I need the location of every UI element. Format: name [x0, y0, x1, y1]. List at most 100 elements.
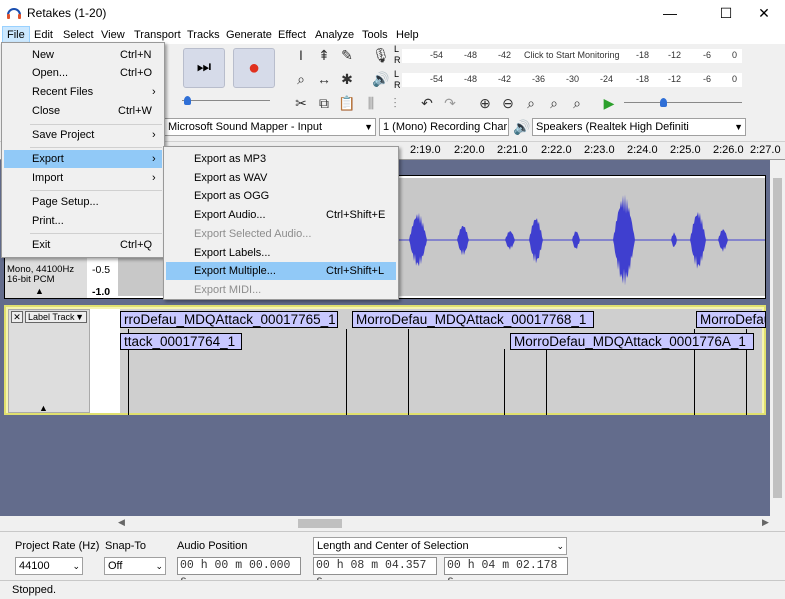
record-meter-tick: -48 [464, 50, 478, 60]
draw-tool-icon[interactable]: ✎ [336, 44, 358, 66]
close-window-button[interactable]: ✕ [741, 0, 785, 26]
file-menu-new[interactable]: New Ctrl+N [4, 46, 162, 64]
play-meter-tick: -18 [636, 74, 650, 84]
file-menu-recent-files[interactable]: Recent Files › [4, 83, 162, 101]
close-track-icon[interactable]: ✕ [11, 311, 23, 323]
file-menu-print[interactable]: Print... [4, 212, 162, 230]
export-menu-wav[interactable]: Export as WAV [166, 169, 396, 187]
label-item[interactable]: ttack_00017764_1 [120, 333, 242, 350]
envelope-tool-icon[interactable]: ⇞ [313, 44, 335, 66]
menu-tools[interactable]: Tools [358, 26, 392, 44]
selection-tool-icon[interactable]: Ι [290, 44, 312, 66]
label-item[interactable]: MorroDefau_MDQAttack_0001776A_1 [510, 333, 754, 350]
fit-selection-icon[interactable]: ⌕ [520, 92, 542, 114]
collapse-icon[interactable]: ▲ [35, 286, 44, 296]
zoom-in-icon[interactable]: ⊕ [474, 92, 496, 114]
ruler-tick: 2:21.0 [497, 144, 528, 156]
copy-icon[interactable]: ⧉ [313, 92, 335, 114]
scroll-right-icon[interactable]: ▶ [762, 517, 769, 528]
play-meter[interactable]: -54 -48 -42 -36 -30 -24 -18 -12 -6 0 [402, 73, 742, 87]
minimize-button[interactable]: — [647, 0, 693, 26]
menu-help[interactable]: Help [392, 26, 423, 44]
multi-tool-icon[interactable]: ✱ [336, 68, 358, 90]
track-menu-button[interactable]: Label Track ▼ [25, 311, 87, 323]
menu-item-label: Export Multiple... [194, 265, 276, 277]
menu-item-label: Import [32, 172, 64, 184]
record-meter-tick: -6 [703, 50, 712, 60]
paste-icon[interactable]: 📋 [336, 92, 358, 114]
zoom-tool-icon[interactable]: ⌕ [290, 68, 312, 90]
input-device-select[interactable]: Microsoft Sound Mapper - Input ▼ [164, 118, 376, 136]
file-menu-import[interactable]: Import › [4, 169, 162, 187]
label-track-name: Label Track [28, 312, 75, 322]
zoom-out-icon[interactable]: ⊖ [497, 92, 519, 114]
menu-analyze[interactable]: Analyze [311, 26, 358, 44]
file-menu-exit[interactable]: Exit Ctrl+Q [4, 236, 162, 254]
output-speaker-icon: 🔊 [513, 118, 531, 135]
output-device-select[interactable]: Speakers (Realtek High Definiti ▼ [532, 118, 746, 136]
dropdown-arrow-icon: ▼ [75, 312, 84, 322]
export-menu-ogg[interactable]: Export as OGG [166, 187, 396, 205]
microphone-icon[interactable]: 🎙 [370, 44, 392, 66]
channels-select[interactable]: 1 (Mono) Recording Char [379, 118, 509, 136]
file-menu-export[interactable]: Export › [4, 150, 162, 168]
project-rate-label: Project Rate (Hz) [15, 540, 100, 552]
status-text: Stopped. [12, 584, 57, 596]
menu-effect[interactable]: Effect [274, 26, 310, 44]
trim-icon[interactable]: ⫼ [360, 92, 382, 114]
scroll-left-icon[interactable]: ◀ [118, 517, 125, 528]
scale-label: -0.5 [92, 264, 111, 276]
vertical-scroll-thumb[interactable] [773, 178, 782, 498]
project-rate-select[interactable]: 44100 ⌄ [15, 557, 83, 575]
zoom-toggle-icon[interactable]: ⌕ [566, 92, 588, 114]
label-area[interactable]: rroDefau_MDQAttack_00017765_1 MorroDefau… [120, 309, 766, 415]
snap-to-select[interactable]: Off ⌄ [104, 557, 166, 575]
vertical-scrollbar[interactable] [770, 160, 785, 516]
record-meter[interactable]: -54 -48 -42 Click to Start Monitoring -1… [402, 49, 742, 63]
play-at-speed-slider[interactable] [624, 98, 742, 108]
redo-icon[interactable]: ↷ [439, 92, 461, 114]
file-menu-open[interactable]: Open... Ctrl+O [4, 64, 162, 82]
menu-generate[interactable]: Generate [222, 26, 276, 44]
undo-icon[interactable]: ↶ [416, 92, 438, 114]
file-menu-page-setup[interactable]: Page Setup... [4, 193, 162, 211]
audio-position-field[interactable]: 00 h 00 m 00.000 s [177, 557, 301, 588]
label-item[interactable]: MorroDefau [696, 311, 766, 328]
skip-end-button[interactable]: ⏭ [183, 48, 225, 88]
chevron-down-icon: ▼ [734, 122, 743, 132]
collapse-icon[interactable]: ▲ [39, 403, 48, 413]
horizontal-scroll-thumb[interactable] [298, 519, 342, 528]
export-menu-mp3[interactable]: Export as MP3 [166, 150, 396, 168]
timeshift-tool-icon[interactable]: ↔ [313, 68, 335, 90]
speaker-icon[interactable]: 🔊 [370, 68, 392, 90]
menu-item-shortcut: Ctrl+W [118, 105, 152, 117]
label-track-control-panel[interactable]: ✕ Label Track ▼ ▲ [8, 309, 90, 413]
play-meter-tick: -12 [668, 74, 682, 84]
record-icon: ● [247, 56, 261, 79]
ruler-tick: 2:24.0 [627, 144, 658, 156]
export-menu-labels[interactable]: Export Labels... [166, 244, 396, 262]
file-menu-save-project[interactable]: Save Project › [4, 126, 162, 144]
label-item[interactable]: rroDefau_MDQAttack_00017765_1 [120, 311, 338, 328]
submenu-arrow-icon: › [152, 153, 156, 165]
minimize-icon: — [663, 5, 677, 21]
selection-mode-select[interactable]: Length and Center of Selection ⌄ [313, 537, 567, 555]
selection-mode-value: Length and Center of Selection [317, 540, 469, 552]
fit-project-icon[interactable]: ⌕ [543, 92, 565, 114]
label-item[interactable]: MorroDefau_MDQAttack_00017768_1 [352, 311, 594, 328]
menu-tracks[interactable]: Tracks [183, 26, 224, 44]
play-at-speed-icon[interactable]: ▶ [598, 92, 620, 114]
selection-length-field[interactable]: 00 h 08 m 04.357 s [313, 557, 437, 588]
horizontal-scrollbar[interactable]: ◀ ▶ [0, 516, 785, 531]
label-track[interactable]: ✕ Label Track ▼ ▲ rroDefau_MDQAttack_000… [4, 305, 766, 415]
playback-speed-slider[interactable] [182, 96, 270, 106]
record-button[interactable]: ● [233, 48, 275, 88]
export-menu-audio[interactable]: Export Audio... Ctrl+Shift+E [166, 206, 396, 224]
ruler-tick: 2:25.0 [670, 144, 701, 156]
label-boundary [504, 349, 505, 415]
selection-center-field[interactable]: 00 h 04 m 02.178 s [444, 557, 568, 588]
cut-icon[interactable]: ✂ [290, 92, 312, 114]
export-menu-multiple[interactable]: Export Multiple... Ctrl+Shift+L [166, 262, 396, 280]
file-menu-close[interactable]: Close Ctrl+W [4, 102, 162, 120]
silence-icon[interactable]: ⫶ [384, 92, 406, 114]
